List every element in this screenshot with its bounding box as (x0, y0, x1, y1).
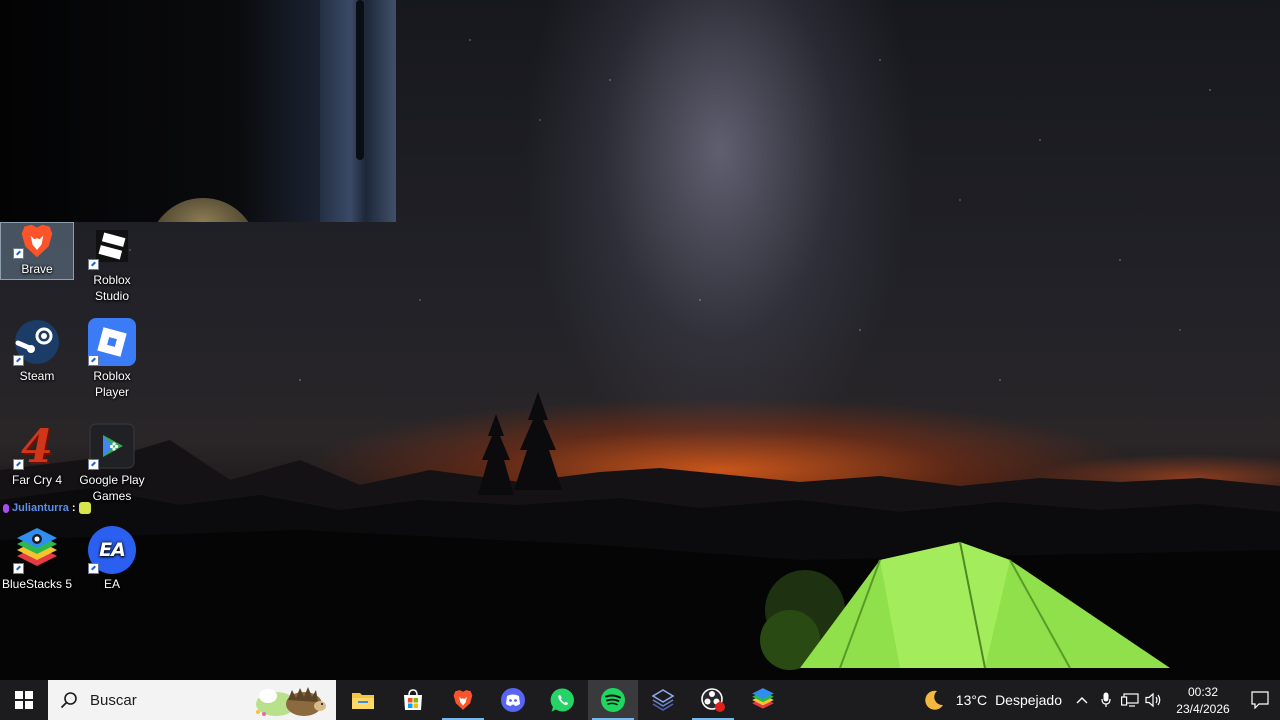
clock-date: 23/4/2026 (1176, 702, 1230, 716)
weather-widget[interactable]: 13°C Despejado (914, 680, 1070, 720)
folder-icon (352, 693, 374, 709)
taskbar-app-7[interactable] (638, 680, 688, 720)
far-cry-digit: 4 (20, 419, 53, 473)
shortcut-arrow-icon (13, 563, 24, 574)
roblox-player-icon (88, 318, 136, 366)
clock-time: 00:32 (1187, 685, 1219, 699)
chevron-up-icon (1076, 697, 1088, 704)
whatsapp-icon (550, 688, 574, 712)
desktop-icon-roblox-studio[interactable]: Roblox Studio (75, 218, 149, 318)
brave-icon (13, 223, 61, 259)
tray-volume[interactable] (1142, 680, 1166, 720)
obs-recording-icon (701, 688, 725, 712)
crescent-moon-icon (925, 690, 943, 710)
shortcut-arrow-icon (13, 248, 24, 259)
far-cry-4-icon: 4 (13, 422, 61, 470)
search-highlight-hedgehog-icon (256, 687, 326, 716)
desktop-icon-steam[interactable]: Steam (0, 314, 74, 414)
desktop-icon-label: Google Play Games (79, 473, 145, 503)
ea-logo-text: EA (99, 539, 126, 561)
desktop-icon-label: Roblox Studio (93, 273, 131, 303)
roblox-studio-icon (88, 222, 136, 270)
taskbar-search-box[interactable]: Buscar (48, 680, 336, 720)
show-hidden-icons-button[interactable] (1070, 680, 1094, 720)
shortcut-arrow-icon (88, 355, 99, 366)
taskbar: Buscar 13°C Despejado 00:32 23/4/2026 (0, 680, 1280, 720)
desktop-icon-label: Steam (19, 369, 55, 383)
microphone-icon (1101, 692, 1111, 707)
search-icon (60, 692, 77, 709)
google-play-games-icon (88, 422, 136, 470)
webcam-overlay (0, 0, 396, 222)
stacked-diamonds-icon (651, 689, 675, 711)
discord-icon (501, 688, 525, 712)
notification-center-button[interactable] (1240, 680, 1280, 720)
desktop-icon-bluestacks-5[interactable]: BlueStacks 5 (0, 522, 74, 622)
taskbar-spotify[interactable] (588, 680, 638, 720)
stream-chat-overlay: Julianturra : (3, 502, 91, 514)
taskbar-brave[interactable] (438, 680, 488, 720)
desktop-icon-label: BlueStacks 5 (1, 577, 73, 591)
taskbar-microsoft-store[interactable] (388, 680, 438, 720)
brave-icon (453, 690, 473, 710)
tray-network[interactable] (1118, 680, 1142, 720)
shortcut-arrow-icon (88, 459, 99, 470)
tray-microphone[interactable] (1094, 680, 1118, 720)
chat-emote-icon (78, 502, 91, 514)
microphone-icon (3, 503, 9, 513)
curtain-fold (356, 0, 364, 160)
shortcut-arrow-icon (13, 459, 24, 470)
weather-condition: Despejado (995, 692, 1062, 708)
taskbar-bluestacks[interactable] (738, 680, 788, 720)
search-placeholder: Buscar (90, 691, 137, 709)
desktop-icon-ea[interactable]: EA EA (75, 522, 149, 622)
speaker-icon (1145, 692, 1161, 708)
bluestacks-icon (13, 526, 61, 574)
lamp-shade (148, 198, 258, 222)
desktop-icon-label: EA (103, 577, 120, 591)
steam-icon (13, 318, 61, 366)
notification-icon (1251, 691, 1269, 709)
taskbar-file-explorer[interactable] (338, 680, 388, 720)
taskbar-discord[interactable] (488, 680, 538, 720)
desktop-icon-label: Brave (21, 262, 53, 276)
system-tray: 13°C Despejado 00:32 23/4/2026 (914, 680, 1280, 720)
start-button[interactable] (0, 680, 48, 720)
bluestacks-icon (752, 688, 774, 709)
taskbar-clock[interactable]: 00:32 23/4/2026 (1166, 682, 1240, 718)
desktop-icon-roblox-player[interactable]: Roblox Player (75, 314, 149, 414)
shortcut-arrow-icon (88, 259, 99, 270)
spotify-icon (601, 688, 625, 712)
network-icon (1121, 693, 1139, 707)
shortcut-arrow-icon (88, 563, 99, 574)
ea-icon: EA (88, 526, 136, 574)
microsoft-store-icon (404, 689, 422, 710)
desktop-icon-label: Roblox Player (93, 369, 131, 399)
weather-temperature: 13°C (955, 692, 988, 708)
taskbar-obs-studio[interactable] (688, 680, 738, 720)
desktop-icon-brave[interactable]: Brave (0, 222, 74, 280)
shortcut-arrow-icon (13, 355, 24, 366)
windows-logo-icon (15, 691, 33, 709)
chat-separator: : (71, 502, 76, 514)
desktop-icon-label: Far Cry 4 (11, 473, 62, 487)
taskbar-whatsapp[interactable] (538, 680, 588, 720)
chat-username: Julianturra (12, 502, 69, 514)
